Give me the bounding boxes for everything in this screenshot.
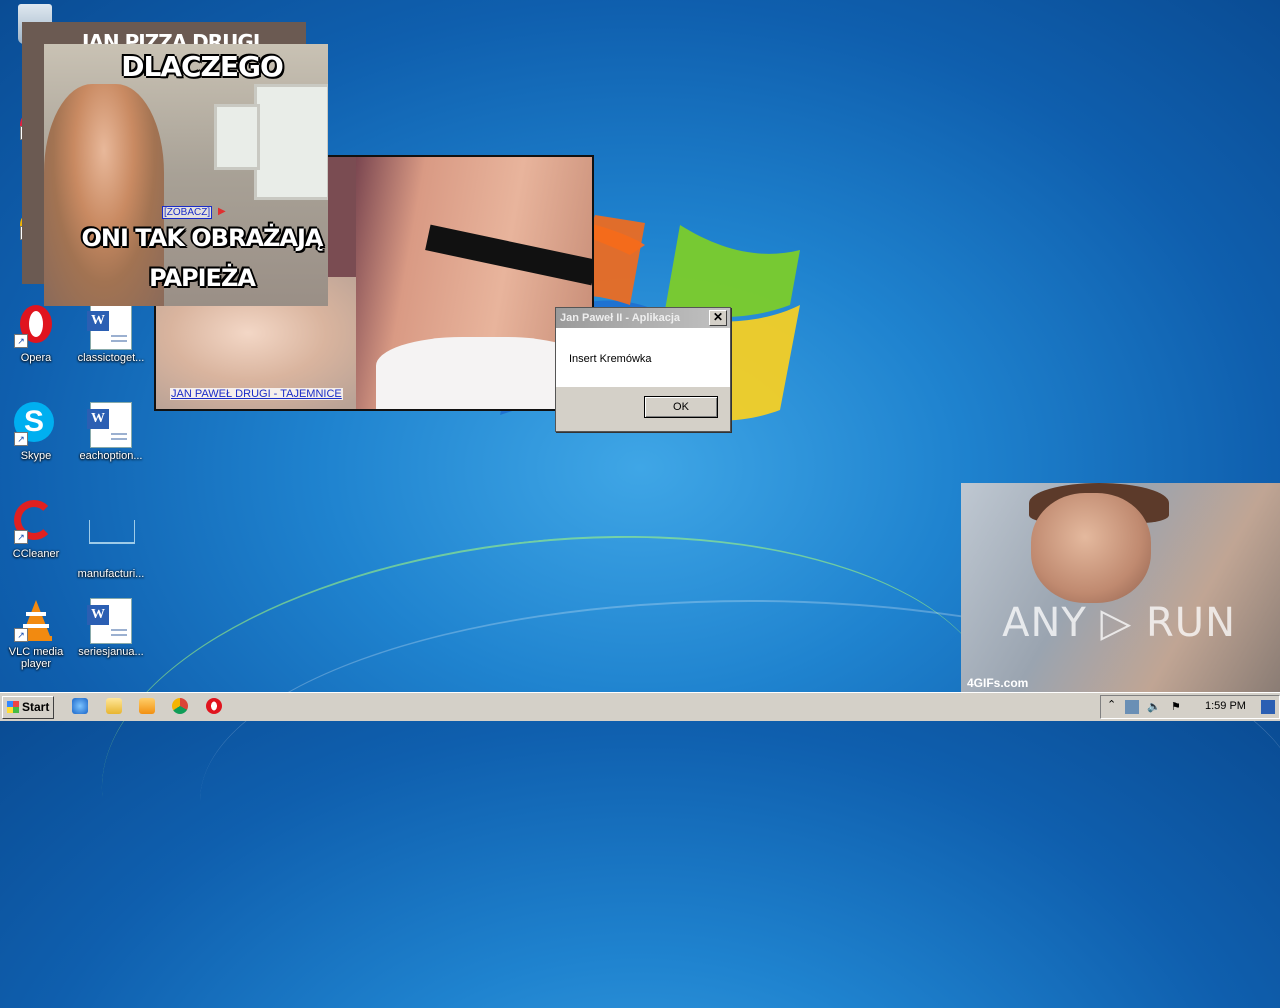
- desktop-icon-label: Skype: [20, 450, 52, 462]
- show-hidden-icons-icon[interactable]: ⌃: [1107, 698, 1116, 711]
- desktop-icon-label: classictoget...: [77, 352, 145, 364]
- word-document-icon: W: [87, 402, 133, 448]
- desktop-icon-label: manufacturi...: [77, 568, 145, 580]
- clock[interactable]: 1:59 PM: [1205, 700, 1246, 712]
- desktop-icon-seriesjanua[interactable]: W seriesjanua...: [76, 598, 146, 658]
- desktop-icon-label: eachoption...: [79, 450, 143, 462]
- media-player-icon[interactable]: [139, 698, 155, 714]
- show-desktop-icon[interactable]: [1261, 700, 1275, 714]
- desktop-icon-classictoget[interactable]: W classictoget...: [76, 304, 146, 364]
- start-label: Start: [22, 700, 50, 714]
- opera-icon: ↗: [14, 304, 58, 348]
- desktop-icon-label: seriesjanua...: [78, 646, 144, 658]
- meme-monitor: [214, 104, 260, 170]
- desktop-icon-label: VLC media player: [8, 646, 64, 670]
- meme-bottom-text: PAPIEŻA: [149, 264, 256, 292]
- desktop-icon-eachoption[interactable]: W eachoption...: [76, 402, 146, 462]
- desktop-icon-label: CCleaner: [12, 548, 60, 560]
- ok-button[interactable]: OK: [644, 396, 718, 418]
- desktop-icon-manufacturi[interactable]: manufacturi...: [76, 500, 146, 580]
- folder-icon[interactable]: [106, 698, 122, 714]
- desktop-icon-ccleaner[interactable]: ↗ CCleaner: [1, 500, 71, 560]
- video-caption-link[interactable]: JAN PAWEŁ DRUGI - TAJEMNICE: [170, 388, 343, 400]
- message-dialog: Jan Paweł II - Aplikacja ✕ Insert Kremów…: [555, 307, 731, 432]
- start-button[interactable]: Start: [2, 696, 54, 719]
- meme-top-text: DLACZEGO: [121, 50, 284, 83]
- opera-icon[interactable]: [206, 698, 222, 714]
- meme-zobacz-link[interactable]: [ZOBACZ]: [162, 206, 213, 219]
- dialog-title: Jan Paweł II - Aplikacja: [560, 312, 681, 324]
- chrome-icon[interactable]: [172, 698, 188, 714]
- word-document-icon: W: [87, 304, 133, 350]
- meme-arrow-icon: ▶: [218, 206, 226, 217]
- dialog-message: Insert Kremówka: [569, 353, 652, 365]
- close-icon[interactable]: ✕: [709, 310, 727, 326]
- meme-popup-front[interactable]: DLACZEGO [ZOBACZ] ▶ ONI TAK OBRAŻAJĄ PAP…: [44, 44, 328, 306]
- action-center-flag-icon[interactable]: ⚑: [1171, 700, 1181, 713]
- windows-flag-icon: [7, 701, 19, 713]
- desktop-icon-skype[interactable]: S ↗ Skype: [1, 402, 71, 462]
- system-tray: ⌃ 🔈 ⚑ 1:59 PM: [1100, 695, 1280, 719]
- gif-face: [1031, 493, 1151, 603]
- network-icon[interactable]: [1125, 700, 1139, 714]
- desktop-icon-vlc[interactable]: ↗ VLC media player: [1, 598, 71, 670]
- anyrun-watermark: ANY ▷ RUN: [1002, 600, 1236, 646]
- ie-icon[interactable]: [72, 698, 88, 714]
- word-document-icon: W: [87, 598, 133, 644]
- gif-popup[interactable]: 4GIFs.com: [961, 483, 1280, 692]
- vlc-icon: ↗: [14, 598, 58, 642]
- gif-watermark: 4GIFs.com: [967, 676, 1029, 690]
- meme-monitor: [254, 84, 328, 200]
- taskbar: Start ⌃ 🔈 ⚑ 1:59 PM: [0, 692, 1280, 721]
- desktop-icon-opera[interactable]: ↗ Opera: [1, 304, 71, 364]
- volume-icon[interactable]: 🔈: [1147, 700, 1161, 713]
- blank-file-icon: [89, 520, 135, 564]
- ccleaner-icon: ↗: [14, 500, 58, 544]
- desktop-icon-label: Opera: [20, 352, 52, 364]
- meme-middle-text: ONI TAK OBRAŻAJĄ: [81, 224, 323, 252]
- dialog-titlebar[interactable]: Jan Paweł II - Aplikacja ✕: [556, 308, 730, 328]
- skype-icon: S ↗: [14, 402, 58, 446]
